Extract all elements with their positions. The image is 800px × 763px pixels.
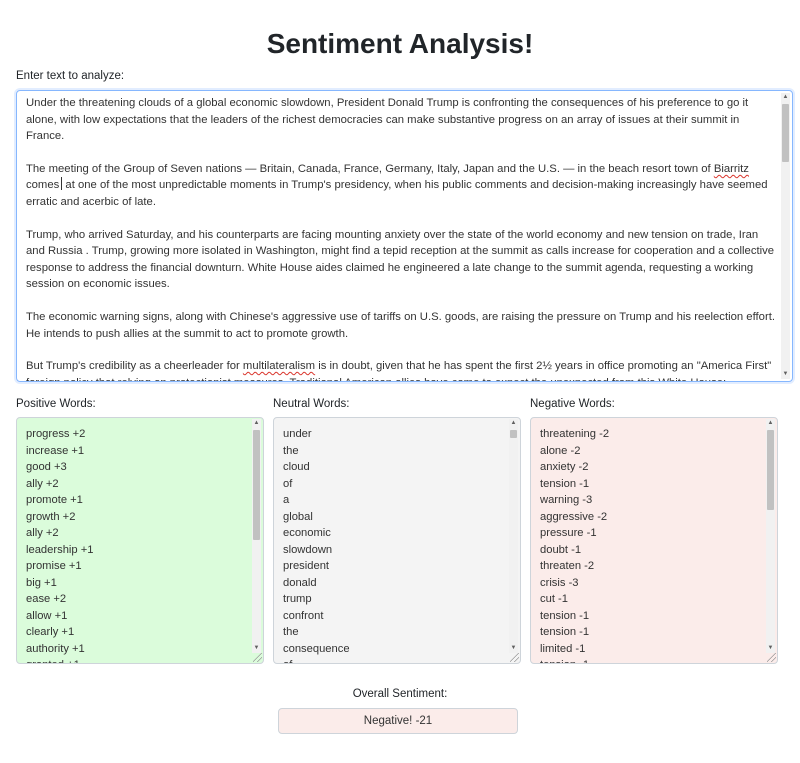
word-item: confront — [283, 609, 324, 622]
word-item: ally +2 — [26, 527, 59, 539]
positive-scrollbar[interactable]: ▲ ▼ — [252, 419, 261, 653]
neutral-scrollbar[interactable]: ▲ ▼ — [509, 419, 518, 653]
text-caret — [61, 177, 63, 191]
overall-label: Overall Sentiment: — [352, 688, 448, 700]
negative-list: threatening -2 alone -2 anxiety -2 tension … — [531, 418, 777, 663]
word-item: slowdown — [283, 543, 333, 556]
scroll-thumb[interactable] — [253, 430, 260, 540]
scroll-up-icon[interactable]: ▲ — [766, 419, 775, 428]
word-item: cloud — [283, 461, 310, 473]
paragraph-2: The meeting of the Group of Seven nation… — [26, 162, 768, 208]
scroll-up-icon[interactable]: ▲ — [781, 93, 790, 102]
word-item: consequence — [283, 642, 350, 655]
scroll-down-icon[interactable]: ▼ — [781, 370, 790, 379]
word-item: clearly +1 — [26, 626, 75, 638]
scroll-thumb[interactable] — [767, 430, 774, 510]
word-item: trump — [283, 593, 312, 605]
word-item: cut -1 — [540, 593, 568, 605]
word-item: crisis -3 — [540, 576, 579, 589]
word-item: ease +2 — [26, 593, 67, 605]
scroll-down-icon[interactable]: ▼ — [509, 644, 518, 653]
input-label: Enter text to analyze: — [16, 70, 125, 82]
word-item: donald — [283, 576, 317, 589]
word-item: granted +1 — [26, 657, 263, 663]
paragraph-4: The economic warning signs, along with C… — [26, 310, 775, 340]
scroll-down-icon[interactable]: ▼ — [766, 644, 775, 653]
word-item: tension -1 — [540, 626, 590, 638]
spellcheck-word: multilateralism — [242, 360, 316, 373]
word-item: promise +1 — [26, 560, 82, 572]
scroll-up-icon[interactable]: ▲ — [252, 419, 261, 428]
word-item: authority +1 — [26, 642, 85, 655]
word-item: of — [283, 657, 520, 663]
word-item: the — [283, 626, 299, 638]
neutral-label: Neutral Words: — [273, 398, 350, 410]
paragraph-1: Under the threatening clouds of a global… — [26, 97, 749, 143]
paragraph-5: But Trump's credibility as a cheerleader… — [26, 360, 772, 381]
word-item: ally +2 — [26, 477, 59, 490]
word-item: anxiety -2 — [540, 461, 589, 473]
positive-list: progress +2 increase +1 good +3 ally +2 prom… — [17, 418, 263, 663]
text-scrollbar[interactable]: ▲ ▼ — [781, 93, 790, 379]
word-item: economic — [283, 527, 331, 539]
word-item: alone -2 — [540, 444, 581, 457]
neutral-list: under the cloud of a global economic slowdown pr… — [274, 418, 520, 663]
word-item: limited -1 — [540, 642, 586, 655]
word-item: global — [283, 510, 313, 523]
word-item: tension -1 — [540, 609, 590, 622]
word-item: a — [283, 494, 290, 506]
scroll-up-icon[interactable]: ▲ — [509, 419, 518, 428]
word-item: growth +2 — [26, 510, 76, 523]
word-item: tension -1 — [540, 657, 777, 663]
word-item: aggressive -2 — [540, 510, 608, 523]
resize-handle-icon[interactable] — [253, 653, 262, 662]
word-item: increase +1 — [26, 444, 85, 457]
word-item: the — [283, 444, 299, 457]
word-item: president — [283, 560, 330, 572]
scroll-down-icon[interactable]: ▼ — [252, 644, 261, 653]
resize-handle-icon[interactable] — [510, 653, 519, 662]
negative-label: Negative Words: — [530, 398, 615, 410]
word-item: pressure -1 — [540, 527, 597, 539]
word-item: allow +1 — [26, 609, 68, 622]
spellcheck-word: Biarritz — [713, 162, 749, 175]
word-item: under — [283, 428, 312, 440]
scroll-thumb[interactable] — [782, 104, 789, 162]
word-item: leadership +1 — [26, 543, 94, 556]
negative-words-box[interactable]: threatening -2 alone -2 anxiety -2 tension … — [530, 417, 778, 664]
word-item: progress +2 — [26, 428, 86, 440]
word-item: of — [283, 477, 293, 490]
positive-words-box[interactable]: progress +2 increase +1 good +3 ally +2 prom… — [16, 417, 264, 664]
word-item: threaten -2 — [540, 560, 595, 572]
positive-label: Positive Words: — [16, 398, 96, 410]
paragraph-3: Trump, who arrived Saturday, and his cou… — [26, 228, 775, 291]
word-item: threatening -2 — [540, 428, 610, 440]
word-item: big +1 — [26, 576, 57, 589]
neutral-words-box[interactable]: under the cloud of a global economic slowdown pr… — [273, 417, 521, 664]
scroll-thumb[interactable] — [510, 430, 517, 438]
page-title: Sentiment Analysis! — [266, 28, 534, 59]
word-item: promote +1 — [26, 494, 83, 506]
word-item: good +3 — [26, 461, 67, 473]
overall-sentiment-output: Negative! -21 — [278, 708, 518, 734]
resize-handle-icon[interactable] — [767, 653, 776, 662]
word-item: tension -1 — [540, 477, 590, 490]
word-item: warning -3 — [540, 494, 593, 506]
negative-scrollbar[interactable]: ▲ ▼ — [766, 419, 775, 653]
word-item: doubt -1 — [540, 543, 582, 556]
text-input[interactable]: Under the threatening clouds of a global… — [16, 90, 793, 382]
